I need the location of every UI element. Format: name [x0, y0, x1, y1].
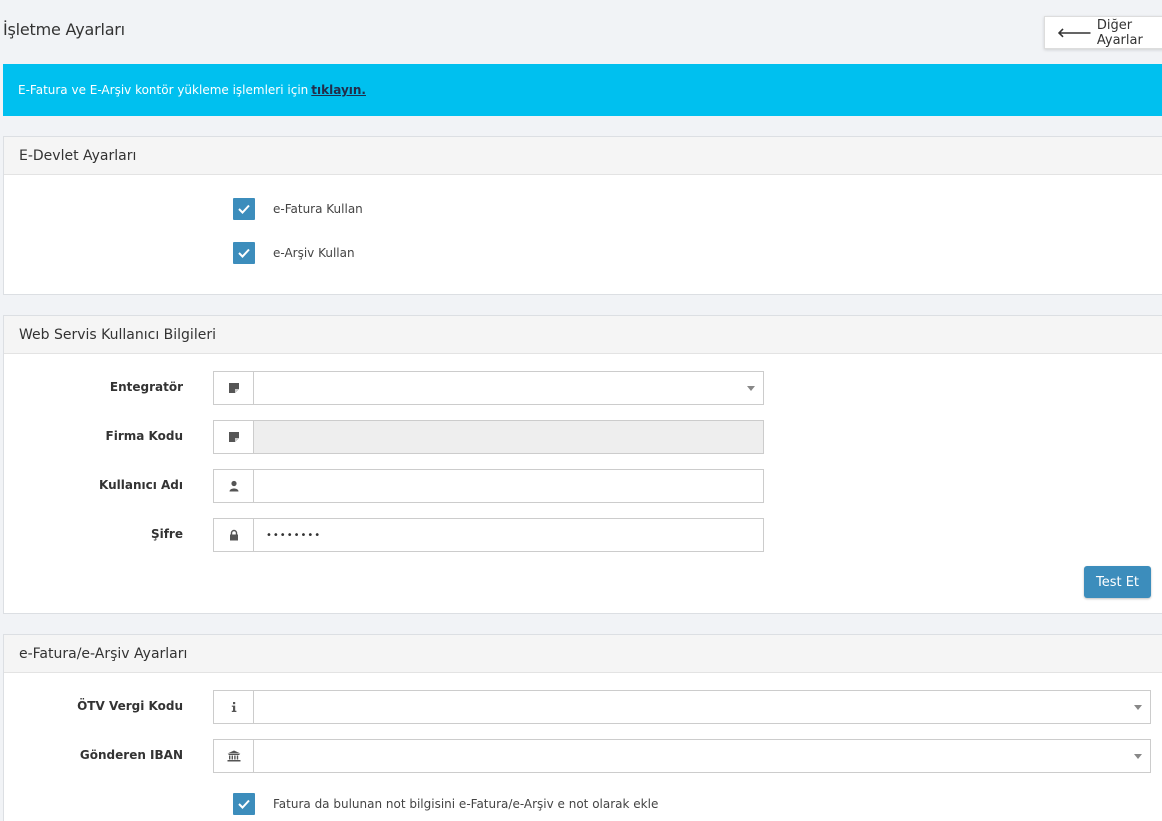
banner-text: E-Fatura ve E-Arşiv kontör yükleme işlem… — [18, 83, 309, 97]
chevron-down-icon — [1134, 754, 1142, 759]
other-settings-label: Diğer Ayarlar — [1096, 17, 1143, 48]
company-code-input[interactable] — [213, 420, 764, 454]
einvoice-panel-title: e-Fatura/e-Arşiv Ayarları — [4, 635, 1162, 673]
iban-label: Gönderen IBAN — [79, 748, 183, 762]
note-checkbox[interactable] — [233, 793, 255, 815]
company-code-label: Firma Kodu — [105, 429, 183, 443]
otv-select[interactable] — [213, 690, 1151, 724]
note-checkbox-label: Fatura da bulunan not bilgisini e-Fatura… — [273, 797, 659, 811]
efatura-check-row[interactable]: e-Fatura Kullan — [233, 198, 363, 220]
sticky-note-icon — [214, 421, 254, 453]
company-code-row: Firma Kodu — [4, 420, 1162, 454]
edevlet-panel-title: E-Devlet Ayarları — [4, 137, 1162, 175]
password-value: •••••••• — [254, 519, 763, 551]
iban-row: Gönderen IBAN — [4, 739, 1162, 773]
check-icon — [238, 204, 250, 214]
integrator-row: Entegratör — [4, 371, 1162, 405]
iban-value — [254, 740, 1150, 772]
webservice-panel-title: Web Servis Kullanıcı Bilgileri — [4, 316, 1162, 354]
check-icon — [238, 799, 250, 809]
otv-label: ÖTV Vergi Kodu — [77, 699, 183, 713]
check-icon — [238, 248, 250, 258]
password-label: Şifre — [150, 527, 183, 541]
otv-row: ÖTV Vergi Kodu — [4, 690, 1162, 724]
username-row: Kullanıcı Adı — [4, 469, 1162, 503]
banner-link[interactable]: tıklayın. — [311, 83, 366, 97]
iban-select[interactable] — [213, 739, 1151, 773]
username-input[interactable] — [213, 469, 764, 503]
integrator-select[interactable] — [213, 371, 764, 405]
otv-value — [254, 691, 1150, 723]
sticky-note-icon — [214, 372, 254, 404]
efatura-checkbox[interactable] — [233, 198, 255, 220]
info-banner: E-Fatura ve E-Arşiv kontör yükleme işlem… — [3, 64, 1162, 116]
integrator-value — [254, 372, 763, 404]
test-button[interactable]: Test Et — [1084, 566, 1151, 598]
integrator-label: Entegratör — [109, 380, 183, 394]
info-icon — [214, 691, 254, 723]
username-label: Kullanıcı Adı — [98, 478, 183, 492]
earsiv-label: e-Arşiv Kullan — [273, 246, 355, 260]
chevron-down-icon — [747, 386, 755, 391]
password-input[interactable]: •••••••• — [213, 518, 764, 552]
password-row: Şifre •••••••• — [4, 518, 1162, 552]
user-icon — [214, 470, 254, 502]
efatura-label: e-Fatura Kullan — [273, 202, 363, 216]
webservice-panel: Web Servis Kullanıcı Bilgileri Entegratö… — [3, 315, 1162, 614]
earsiv-checkbox[interactable] — [233, 242, 255, 264]
edevlet-panel: E-Devlet Ayarları e-Fatura Kullan e-Arşi… — [3, 136, 1162, 295]
bank-icon — [214, 740, 254, 772]
chevron-down-icon — [1134, 705, 1142, 710]
other-settings-button[interactable]: 🡐 Diğer Ayarlar — [1044, 16, 1162, 49]
company-code-value — [254, 421, 763, 453]
note-check-row[interactable]: Fatura da bulunan not bilgisini e-Fatura… — [233, 793, 658, 815]
page-title: İşletme Ayarları — [3, 20, 125, 39]
username-value — [254, 470, 763, 502]
arrow-left-icon: 🡐 — [1057, 25, 1092, 41]
earsiv-check-row[interactable]: e-Arşiv Kullan — [233, 242, 355, 264]
einvoice-panel: e-Fatura/e-Arşiv Ayarları ÖTV Vergi Kodu… — [3, 634, 1162, 821]
lock-icon — [214, 519, 254, 551]
